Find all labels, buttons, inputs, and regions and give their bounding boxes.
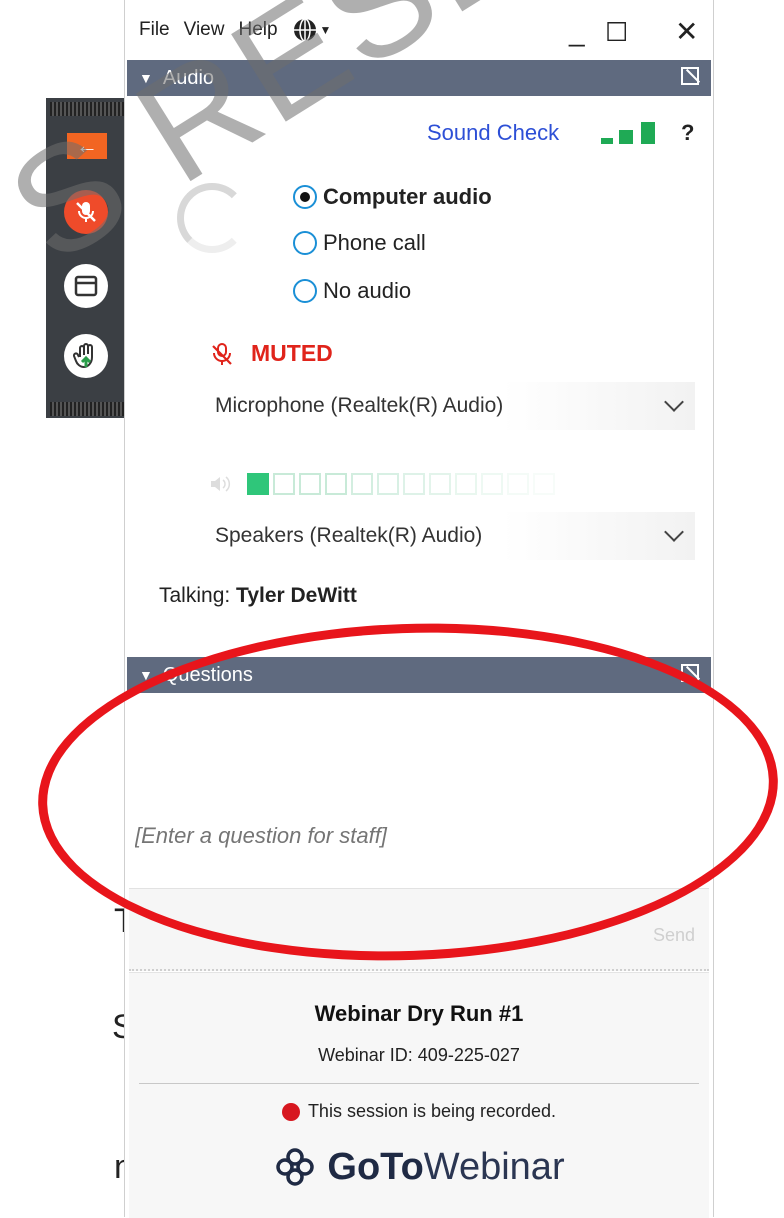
collapse-triangle-icon[interactable]: ▼ <box>139 70 153 86</box>
brand-webinar: Webinar <box>423 1145 565 1188</box>
level-cell <box>351 473 373 495</box>
speakers-select-value: Speakers (Realtek(R) Audio) <box>215 524 483 547</box>
radio-no-audio[interactable]: No audio <box>293 278 411 304</box>
raise-hand-toolbar-icon[interactable] <box>64 334 108 378</box>
audio-section-header[interactable]: ▼ Audio <box>127 60 711 96</box>
collapse-arrow-icon[interactable]: ← <box>67 133 107 159</box>
level-cell <box>403 473 425 495</box>
radio-computer-audio[interactable]: Computer audio <box>293 184 492 210</box>
level-cell <box>455 473 477 495</box>
webinar-info-footer: Webinar Dry Run #1 Webinar ID: 409-225-0… <box>129 972 709 1218</box>
maximize-button[interactable]: ☐ <box>605 18 628 46</box>
globe-icon[interactable]: ▼ <box>292 17 332 43</box>
audio-help-button[interactable]: ? <box>681 120 694 146</box>
level-cell <box>429 473 451 495</box>
radio-label: Phone call <box>323 230 426 255</box>
radio-label: No audio <box>323 278 412 303</box>
collapse-triangle-icon[interactable]: ▼ <box>139 667 153 683</box>
level-cell <box>273 473 295 495</box>
chevron-down-icon: ▼ <box>319 23 332 37</box>
recording-dot-icon <box>281 1102 300 1121</box>
talking-indicator: Talking: Tyler DeWitt <box>159 584 357 608</box>
mic-muted-toolbar-icon[interactable] <box>64 190 108 234</box>
menu-view[interactable]: View <box>184 19 225 41</box>
level-cell <box>247 473 269 495</box>
gotowebinar-logo: GoTo Webinar <box>129 1145 709 1189</box>
radio-label: Computer audio <box>323 184 492 209</box>
toolbar-grip-top[interactable] <box>50 102 124 116</box>
level-cell <box>299 473 321 495</box>
show-panel-toolbar-icon[interactable] <box>64 264 108 308</box>
question-input[interactable] <box>133 822 697 850</box>
audio-loading-spinner-icon <box>177 183 247 253</box>
questions-log <box>129 693 709 887</box>
radio-button-icon[interactable] <box>293 231 317 255</box>
chevron-down-icon <box>664 392 684 412</box>
webinar-title: Webinar Dry Run #1 <box>314 1001 524 1026</box>
menu-help[interactable]: Help <box>238 19 277 41</box>
question-send-bar: Send <box>129 888 709 971</box>
radio-button-icon[interactable] <box>293 185 317 209</box>
microphone-muted-icon[interactable] <box>211 342 233 366</box>
speaker-level-meter <box>209 473 559 495</box>
menu-file[interactable]: File <box>139 19 170 41</box>
brand-goto: GoTo <box>327 1145 424 1188</box>
talking-name: Tyler DeWitt <box>236 584 357 607</box>
radio-phone-call[interactable]: Phone call <box>293 230 426 256</box>
microphone-select-value: Microphone (Realtek(R) Audio) <box>215 394 504 417</box>
questions-section-header[interactable]: ▼ Questions <box>127 657 711 693</box>
divider <box>139 1083 699 1084</box>
gotowebinar-flower-icon <box>276 1148 315 1186</box>
recording-text: This session is being recorded. <box>307 1101 557 1121</box>
microphone-select[interactable]: Microphone (Realtek(R) Audio) <box>215 382 695 430</box>
chevron-down-icon <box>664 522 684 542</box>
level-cell <box>533 473 555 495</box>
sound-check-link[interactable]: Sound Check <box>427 120 559 146</box>
muted-label: MUTED <box>251 340 333 366</box>
recording-notice: This session is being recorded. <box>129 1101 709 1122</box>
speakers-select[interactable]: Speakers (Realtek(R) Audio) <box>215 512 695 560</box>
popout-icon[interactable] <box>681 67 699 85</box>
level-cell <box>377 473 399 495</box>
muted-indicator[interactable]: MUTED <box>211 340 333 367</box>
level-cell <box>481 473 503 495</box>
close-button[interactable]: ✕ <box>675 18 698 46</box>
level-cell <box>325 473 347 495</box>
talking-label: Talking: <box>159 584 231 607</box>
gotowebinar-control-panel: File View Help ▼ _ ☐ ✕ ▼ Audio Sound Che… <box>124 0 714 1218</box>
audio-header-label: Audio <box>162 66 215 89</box>
questions-header-label: Questions <box>162 663 253 686</box>
toolbar-grip-bottom[interactable] <box>50 402 124 416</box>
minimize-button[interactable]: _ <box>569 18 585 46</box>
send-button[interactable]: Send <box>653 925 695 946</box>
popout-icon[interactable] <box>681 664 699 682</box>
speaker-volume-icon <box>211 476 231 492</box>
signal-strength-icon <box>601 122 655 144</box>
radio-button-icon[interactable] <box>293 279 317 303</box>
level-cell <box>507 473 529 495</box>
webinar-id: Webinar ID: 409-225-027 <box>318 1045 520 1065</box>
